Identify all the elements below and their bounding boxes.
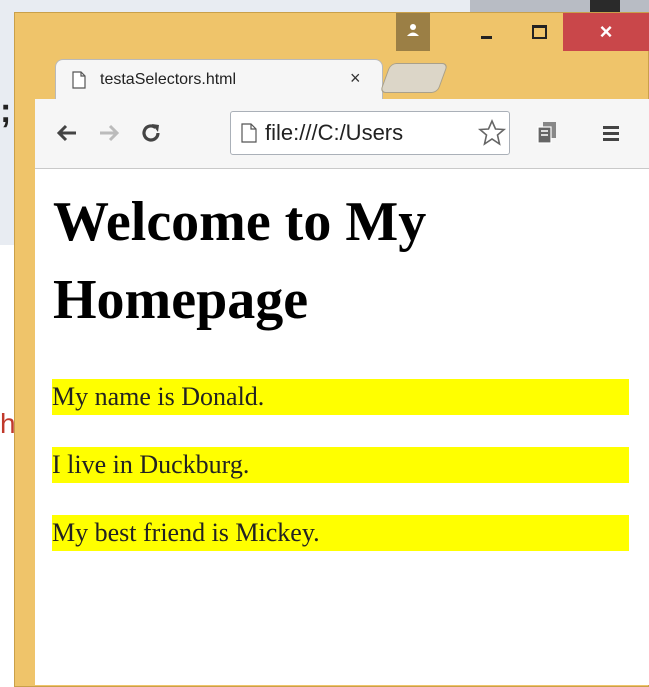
extension-icon (537, 122, 556, 144)
forward-icon (100, 124, 120, 142)
paragraph-residence: I live in Duckburg. (52, 447, 629, 483)
paragraph-name: My name is Donald. (52, 379, 629, 415)
close-icon: × (599, 19, 613, 44)
close-window-button[interactable]: × (563, 13, 649, 51)
back-button[interactable] (51, 117, 83, 149)
tab-title: testaSelectors.html (100, 70, 237, 88)
tab-close-icon[interactable]: × (350, 68, 361, 89)
profile-icon (406, 23, 420, 42)
extension-button[interactable] (531, 117, 563, 149)
toolbar: file:///C:/Users (35, 99, 649, 169)
back-icon (56, 124, 76, 142)
page-heading: Welcome to My Homepage (53, 191, 427, 331)
minimize-button[interactable] (467, 13, 505, 51)
address-bar[interactable]: file:///C:/Users (230, 111, 510, 155)
star-icon[interactable] (477, 118, 507, 153)
menu-icon (603, 126, 619, 141)
background-code-semicolon: ; (0, 92, 12, 130)
maximize-icon (531, 25, 547, 39)
tab-testaselectors[interactable]: testaSelectors.html × (55, 59, 383, 99)
page-viewport: Welcome to My Homepage My name is Donald… (35, 169, 649, 685)
maximize-button[interactable] (520, 13, 558, 51)
new-tab-button[interactable] (379, 63, 449, 93)
browser-window: × testaSelectors.html × file:///C:/Users (14, 12, 649, 687)
forward-button[interactable] (93, 117, 125, 149)
page-icon (70, 69, 88, 91)
paragraph-best-friend: My best friend is Mickey. (52, 515, 629, 551)
profile-button[interactable] (396, 13, 430, 51)
url-text: file:///C:/Users (265, 120, 404, 145)
reload-button[interactable] (135, 117, 167, 149)
menu-button[interactable] (595, 117, 627, 149)
page-icon (241, 122, 259, 144)
minimize-icon (480, 35, 492, 39)
reload-icon (142, 124, 160, 142)
